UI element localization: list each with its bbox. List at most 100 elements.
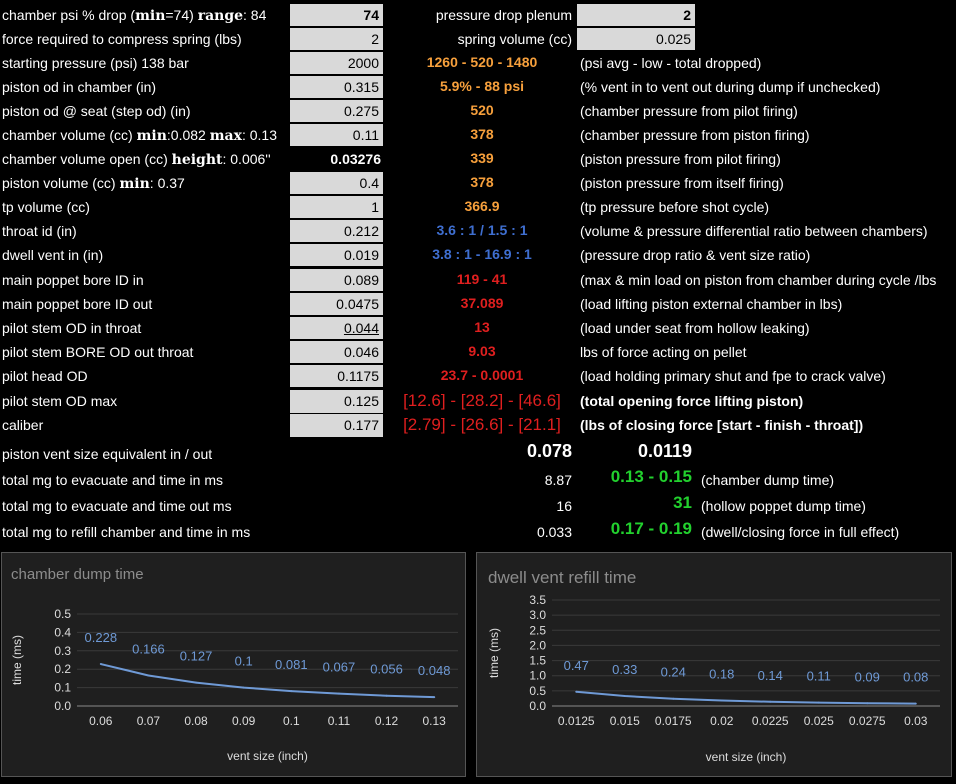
input-cell[interactable]: 0.212 bbox=[290, 220, 383, 242]
x-tick-label: 0.12 bbox=[375, 714, 399, 728]
data-point bbox=[433, 696, 436, 699]
result-value: 378 bbox=[470, 174, 494, 190]
data-point bbox=[147, 674, 150, 677]
row-label: pilot stem BORE OD out throat bbox=[2, 344, 194, 360]
row-label: piston od @ seat (step od) (in) bbox=[2, 103, 191, 119]
input-cell[interactable]: 0.0475 bbox=[290, 293, 383, 315]
input-cell[interactable]: 2000 bbox=[290, 52, 383, 74]
input-cell[interactable]: 0.275 bbox=[290, 100, 383, 122]
total-label: total mg to evacuate and time in ms bbox=[2, 472, 223, 488]
x-tick-label: 0.11 bbox=[328, 714, 351, 728]
x-tick-label: 0.03 bbox=[904, 714, 928, 728]
x-tick-label: 0.015 bbox=[610, 714, 640, 728]
data-point bbox=[623, 695, 626, 698]
total-mg: 0.033 bbox=[536, 524, 572, 540]
data-label: 0.048 bbox=[418, 663, 451, 678]
result-note: (lbs of closing force [start - finish - … bbox=[580, 417, 864, 433]
result-value: 339 bbox=[470, 150, 494, 166]
data-label: 0.056 bbox=[370, 662, 403, 677]
y-tick-label: 3.5 bbox=[529, 593, 546, 607]
total-mg: 8.87 bbox=[544, 472, 572, 488]
input-cell[interactable]: 0.089 bbox=[290, 269, 383, 291]
result-note: (tp pressure before shot cycle) bbox=[580, 199, 770, 215]
result-value: 3.8 : 1 - 16.9 : 1 bbox=[432, 246, 532, 262]
input-cell[interactable]: 0.4 bbox=[290, 172, 383, 194]
row-label: starting pressure (psi) 138 bar bbox=[2, 55, 189, 71]
result-value: [12.6] - [28.2] - [46.6] bbox=[403, 391, 561, 410]
input-cell[interactable]: 0.125 bbox=[290, 390, 383, 413]
x-tick-label: 0.0225 bbox=[752, 714, 789, 728]
result-value: [2.79] - [26.6] - [21.1] bbox=[403, 415, 561, 434]
input-cell[interactable]: 0.046 bbox=[290, 341, 383, 363]
result-value: 37.089 bbox=[460, 295, 504, 311]
series-line bbox=[576, 690, 916, 705]
total-note: (hollow poppet dump time) bbox=[701, 498, 866, 514]
result-value: 3.6 : 1 / 1.5 : 1 bbox=[436, 222, 528, 238]
row-label: pilot head OD bbox=[2, 368, 88, 384]
result-value: 23.7 - 0.0001 bbox=[440, 367, 524, 383]
vent-out-value: 0.0119 bbox=[637, 441, 692, 461]
data-label: 0.127 bbox=[180, 649, 213, 664]
y-axis-title: time (ms) bbox=[10, 635, 24, 685]
input-cell[interactable]: 0.03276 bbox=[290, 148, 383, 170]
data-label: 0.09 bbox=[855, 669, 880, 684]
data-label: 0.166 bbox=[132, 641, 165, 656]
total-mg: 16 bbox=[556, 498, 572, 514]
data-label: 0.33 bbox=[612, 662, 637, 677]
input-cell[interactable]: 0.1175 bbox=[290, 365, 383, 387]
y-tick-label: 0.1 bbox=[54, 681, 71, 695]
chamber-dump-time-chart[interactable]: chamber dump time 0.0 0.1 0.2 0.3 0.4 0.5 0.06 0… bbox=[1, 552, 466, 777]
result-note: (load holding primary shut and fpe to cr… bbox=[580, 368, 886, 384]
right-input-cell[interactable]: 0.025 bbox=[577, 28, 695, 50]
input-cell[interactable]: 0.11 bbox=[290, 124, 383, 146]
chart-title: chamber dump time bbox=[11, 566, 144, 583]
input-cell[interactable]: 0.315 bbox=[290, 76, 383, 98]
row-label: tp volume (cc) bbox=[2, 199, 90, 215]
data-label: 0.18 bbox=[709, 667, 734, 682]
x-tick-label: 0.09 bbox=[232, 714, 256, 728]
x-tick-label: 0.0175 bbox=[655, 714, 692, 728]
y-tick-label: 0.5 bbox=[54, 607, 71, 621]
data-point bbox=[337, 692, 340, 695]
result-note: lbs of force acting on pellet bbox=[580, 344, 747, 360]
x-axis-title: vent size (inch) bbox=[227, 749, 308, 763]
row-label: pilot stem OD in throat bbox=[2, 320, 142, 336]
result-note: (% vent in to vent out during dump if un… bbox=[580, 79, 881, 95]
result-value: 9.03 bbox=[468, 343, 496, 359]
vent-size-label: piston vent size equivalent in / out bbox=[2, 446, 213, 462]
data-label: 0.1 bbox=[235, 654, 253, 669]
result-note: (total opening force lifting piston) bbox=[580, 393, 804, 409]
total-note: (dwell/closing force in full effect) bbox=[701, 524, 900, 540]
result-value: 5.9% - 88 psi bbox=[439, 78, 525, 94]
result-value: 119 - 41 bbox=[456, 271, 508, 287]
y-tick-label: 1.0 bbox=[529, 669, 546, 683]
vent-in-value: 0.078 bbox=[526, 441, 572, 461]
input-cell[interactable]: 0.019 bbox=[290, 244, 383, 266]
y-tick-label: 3.0 bbox=[529, 608, 546, 622]
row-label: pilot stem OD max bbox=[2, 393, 118, 409]
y-tick-label: 0.4 bbox=[54, 625, 71, 639]
x-tick-label: 0.06 bbox=[89, 714, 113, 728]
row-label: piston od in chamber (in) bbox=[2, 79, 157, 95]
result-note: (max & min load on piston from chamber d… bbox=[580, 272, 937, 288]
input-cell[interactable]: 1 bbox=[290, 196, 383, 218]
input-cell[interactable]: 0.044 bbox=[290, 317, 383, 339]
result-value: 520 bbox=[470, 102, 494, 118]
dwell-vent-refill-time-chart[interactable]: dwell vent refill time 0.0 0.5 1.0 1.5 2.0 2.5… bbox=[476, 552, 952, 777]
total-time: 0.13 - 0.15 bbox=[610, 467, 692, 486]
input-cell[interactable]: 0.177 bbox=[290, 414, 383, 437]
x-tick-label: 0.0275 bbox=[849, 714, 886, 728]
data-point bbox=[290, 690, 293, 693]
row-label: main poppet bore ID in bbox=[2, 272, 144, 288]
result-note: (chamber pressure from piston firing) bbox=[580, 127, 810, 143]
row-label: main poppet bore ID out bbox=[2, 296, 153, 312]
input-cell[interactable]: 2 bbox=[290, 28, 383, 50]
data-point bbox=[720, 699, 723, 702]
data-label: 0.24 bbox=[661, 665, 686, 680]
right-input-cell[interactable]: 2 bbox=[577, 4, 695, 26]
x-tick-label: 0.025 bbox=[804, 714, 834, 728]
y-tick-label: 2.0 bbox=[529, 638, 546, 652]
input-cell[interactable]: 74 bbox=[290, 4, 383, 26]
data-point bbox=[914, 702, 917, 705]
row-label: throat id (in) bbox=[2, 223, 77, 239]
